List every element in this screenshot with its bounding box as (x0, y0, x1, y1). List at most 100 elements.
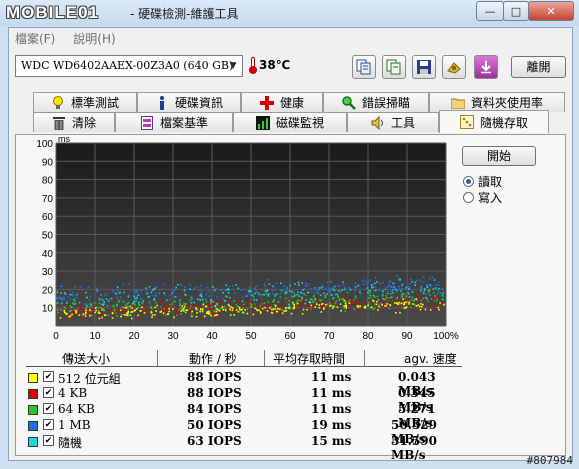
scatter-point (377, 309, 379, 311)
download-button[interactable] (474, 55, 498, 79)
scatter-point (387, 291, 389, 294)
scatter-point (80, 308, 82, 310)
radio-read[interactable]: 讀取 (463, 173, 502, 190)
scatter-point (268, 293, 270, 296)
scatter-point (427, 291, 429, 294)
scatter-point (84, 315, 87, 317)
tab-standard-test[interactable]: 標準測試 (33, 92, 137, 112)
scatter-point (211, 303, 214, 306)
scatter-point (301, 312, 304, 315)
series-checkbox[interactable]: ✔ (43, 403, 54, 414)
scatter-point (411, 303, 414, 305)
scatter-point (355, 302, 357, 305)
tab-random-access[interactable]: 隨機存取 (439, 110, 549, 133)
scatter-point (73, 311, 75, 313)
scatter-point (85, 296, 88, 299)
scatter-point (135, 300, 137, 302)
scatter-point (57, 311, 59, 314)
radio-write-dot[interactable] (463, 192, 474, 203)
scatter-point (442, 298, 444, 301)
scatter-point (237, 287, 240, 290)
scatter-point (401, 288, 404, 290)
scatter-point (420, 299, 422, 302)
tab-error-scan[interactable]: 錯誤掃瞄 (323, 92, 429, 112)
tab-erase[interactable]: 清除 (33, 112, 115, 132)
scatter-point (103, 301, 106, 303)
scatter-point (100, 307, 102, 309)
scatter-point (301, 282, 304, 284)
scatter-point (359, 288, 362, 291)
scatter-point (235, 303, 237, 306)
scatter-point (200, 293, 203, 296)
column-divider (264, 350, 265, 366)
tab-file-benchmark[interactable]: 檔案基準 (115, 112, 233, 132)
scatter-point (420, 286, 422, 289)
scatter-point (198, 307, 201, 310)
scatter-point (411, 306, 414, 308)
scatter-point (224, 289, 227, 292)
series-checkbox[interactable]: ✔ (43, 419, 54, 430)
scatter-point (415, 298, 418, 300)
options-icon (447, 62, 461, 74)
scatter-point (182, 309, 185, 312)
scatter-point (343, 299, 346, 302)
menu-file[interactable]: 檔案(F) (15, 30, 55, 47)
maximize-button[interactable]: □ (503, 1, 529, 21)
scatter-point (400, 304, 402, 307)
copy-button[interactable] (352, 55, 376, 79)
scatter-point (129, 305, 132, 308)
tab-health[interactable]: 健康 (241, 92, 323, 112)
options-button[interactable] (442, 55, 466, 79)
scatter-point (323, 308, 325, 310)
start-button[interactable]: 開始 (462, 146, 536, 166)
scatter-point (201, 310, 204, 313)
tab-disk-monitor[interactable]: 磁碟監視 (233, 112, 347, 132)
scatter-point (408, 296, 411, 298)
scatter-point (388, 307, 390, 310)
y-tick-label: 10 (42, 304, 54, 315)
scatter-point (106, 304, 109, 307)
scatter-point (405, 295, 408, 297)
chevron-down-icon[interactable]: ▼ (226, 58, 240, 74)
minimize-button[interactable]: — (476, 1, 504, 21)
tab-tools[interactable]: 工具 (347, 112, 439, 132)
tab-label: 標準測試 (70, 96, 119, 110)
tab-label: 資料夾使用率 (470, 96, 543, 110)
scatter-point (90, 303, 92, 305)
scatter-point (434, 295, 436, 297)
scatter-point (254, 307, 256, 310)
radio-read-dot[interactable] (463, 176, 474, 187)
scatter-point (205, 286, 208, 288)
scatter-point (216, 313, 219, 316)
series-checkbox[interactable]: ✔ (43, 371, 54, 382)
copy-text-button[interactable] (382, 55, 406, 79)
tab-disk-info[interactable]: 硬碟資訊 (137, 92, 241, 112)
radio-write[interactable]: 寫入 (463, 189, 502, 206)
scatter-point (375, 303, 378, 306)
scatter-point (75, 312, 77, 314)
scatter-point (212, 307, 215, 310)
drive-select[interactable]: WDC WD6402AAEX-00Z3A0 (640 GB) ▼ (15, 55, 243, 77)
scatter-point (366, 284, 368, 286)
scatter-point (293, 303, 296, 306)
save-button[interactable] (412, 55, 436, 79)
row-iops: 50 IOPS (187, 418, 242, 432)
scatter-point (274, 305, 277, 307)
close-button[interactable]: ✕ (528, 1, 574, 21)
series-checkbox[interactable]: ✔ (43, 387, 54, 398)
menu-help[interactable]: 說明(H) (73, 30, 115, 47)
exit-button[interactable]: 離開 (511, 56, 566, 78)
tab-folder-usage[interactable]: 資料夾使用率 (429, 92, 565, 112)
scatter-point (189, 306, 192, 309)
scatter-point (314, 299, 316, 302)
scatter-point (425, 283, 428, 286)
download-icon (481, 61, 491, 74)
y-tick-label: 50 (42, 231, 54, 242)
scatter-point (388, 285, 391, 288)
scatter-point (369, 294, 371, 297)
series-checkbox[interactable]: ✔ (43, 435, 54, 446)
scatter-point (253, 298, 256, 301)
scatter-point (382, 291, 384, 294)
scatter-point (178, 316, 181, 318)
scatter-point (162, 312, 165, 315)
